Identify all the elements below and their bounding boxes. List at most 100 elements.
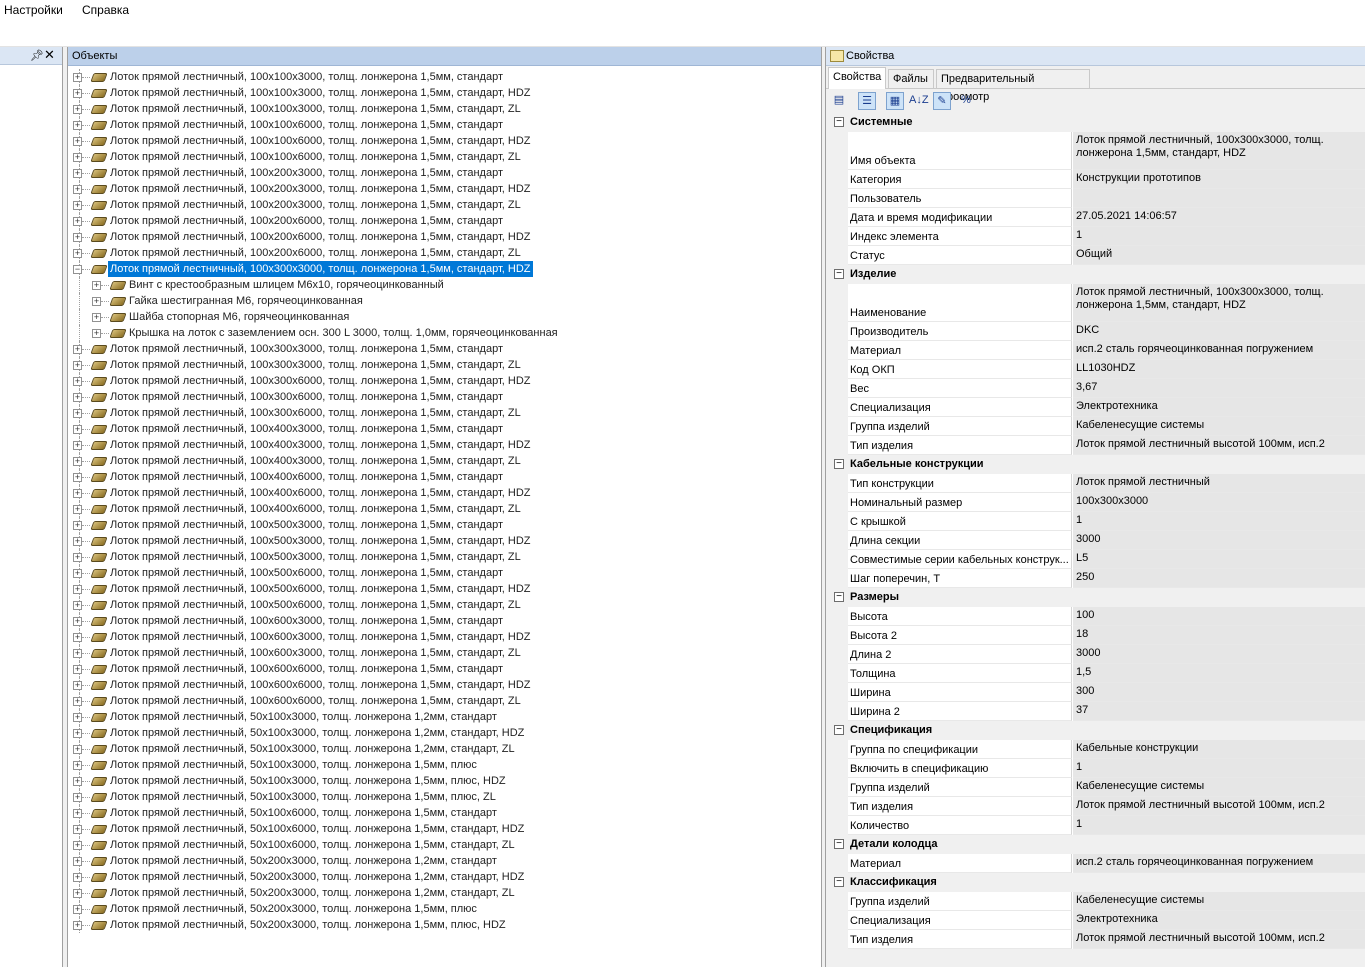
property-value[interactable]: Лоток прямой лестничный высотой 100мм, и… [1073,930,1365,949]
property-value[interactable]: 18 [1073,626,1365,645]
pin-icon[interactable]: 📌︎ [30,49,44,62]
property-row[interactable]: Имя объекта Лоток прямой лестничный, 100x… [848,132,1365,170]
property-row[interactable]: Материал исп.2 сталь горячеоцинкованная п… [848,341,1365,360]
tree-item[interactable]: + Лоток прямой лестничный, 100x500x3000, … [68,549,821,565]
property-value[interactable]: 1 [1073,512,1365,531]
expand-icon[interactable]: + [73,457,82,466]
tree-item[interactable]: + Лоток прямой лестничный, 100x400x3000, … [68,453,821,469]
expand-icon[interactable]: + [73,153,82,162]
tree-item[interactable]: + Лоток прямой лестничный, 50x100x6000, т… [68,837,821,853]
tree-item[interactable]: + Лоток прямой лестничный, 100x300x6000, … [68,405,821,421]
expand-icon[interactable]: + [73,729,82,738]
expand-icon[interactable]: + [73,249,82,258]
property-value[interactable]: Лоток прямой лестничный высотой 100мм, и… [1073,797,1365,816]
expand-icon[interactable]: + [73,441,82,450]
property-category[interactable]: − Классификация [826,873,1365,892]
expand-icon[interactable]: + [73,393,82,402]
tree-child-item[interactable]: + Крышка на лоток с заземлением осн. 300 … [68,325,821,341]
tree-item[interactable]: + Лоток прямой лестничный, 100x300x6000, … [68,373,821,389]
collapse-icon[interactable]: − [834,839,844,849]
menu-settings[interactable]: Настройки [2,3,65,17]
expand-icon[interactable]: + [73,617,82,626]
property-value[interactable]: 37 [1073,702,1365,721]
sort-az-icon[interactable]: A↓Z [909,92,929,110]
property-category[interactable]: − Кабельные конструкции [826,455,1365,474]
tree-item[interactable]: + Лоток прямой лестничный, 100x300x6000, … [68,389,821,405]
expand-icon[interactable]: + [73,137,82,146]
tree-item[interactable]: + Лоток прямой лестничный, 100x600x3000, … [68,629,821,645]
tree-item[interactable]: − Лоток прямой лестничный, 100x300x3000, … [68,261,821,277]
tree-item[interactable]: + Лоток прямой лестничный, 100x200x3000, … [68,181,821,197]
property-value[interactable]: исп.2 сталь горячеоцинкованная погружени… [1073,854,1365,873]
expand-icon[interactable]: + [73,585,82,594]
property-value[interactable]: Общий [1073,246,1365,265]
expand-icon[interactable]: + [73,105,82,114]
expand-icon[interactable]: + [73,601,82,610]
collapse-icon[interactable]: − [834,459,844,469]
property-value[interactable]: Кабельные конструкции [1073,740,1365,759]
tree-item[interactable]: + Лоток прямой лестничный, 50x100x3000, т… [68,789,821,805]
collapse-icon[interactable]: − [834,592,844,602]
property-category[interactable]: − Спецификация [826,721,1365,740]
property-row[interactable]: Группа изделий Кабеленесущие системы [848,778,1365,797]
property-row[interactable]: Группа по спецификации Кабельные конструк… [848,740,1365,759]
property-value[interactable]: DKC [1073,322,1365,341]
tree-item[interactable]: + Лоток прямой лестничный, 100x600x3000, … [68,613,821,629]
expand-icon[interactable]: + [73,825,82,834]
tree-item[interactable]: + Лоток прямой лестничный, 50x200x3000, т… [68,885,821,901]
property-value[interactable]: L5 [1073,550,1365,569]
expand-icon[interactable]: + [73,233,82,242]
tree-item[interactable]: + Лоток прямой лестничный, 100x200x3000, … [68,197,821,213]
expand-icon[interactable]: + [73,169,82,178]
expand-icon[interactable]: + [73,569,82,578]
property-category[interactable]: − Детали колодца [826,835,1365,854]
tree-item[interactable]: + Лоток прямой лестничный, 100x300x3000, … [68,357,821,373]
property-value[interactable]: исп.2 сталь горячеоцинкованная погружени… [1073,341,1365,360]
property-value[interactable]: Лоток прямой лестничный, 100x300x3000, т… [1073,132,1365,170]
tree-item[interactable]: + Лоток прямой лестничный, 100x400x3000, … [68,421,821,437]
expand-icon[interactable]: + [73,377,82,386]
tree-item[interactable]: + Лоток прямой лестничный, 100x600x6000, … [68,677,821,693]
expand-icon[interactable]: + [73,857,82,866]
property-category[interactable]: − Изделие [826,265,1365,284]
property-row[interactable]: Индекс элемента 1 [848,227,1365,246]
expand-icon[interactable]: + [73,841,82,850]
property-category[interactable]: − Размеры [826,588,1365,607]
collapse-icon[interactable]: − [834,725,844,735]
property-row[interactable]: Высота 2 18 [848,626,1365,645]
property-value[interactable]: Электротехника [1073,911,1365,930]
tree-child-item[interactable]: + Гайка шестигранная М6, горячеоцинкованн… [68,293,821,309]
expand-icon[interactable]: + [92,313,101,322]
tree-item[interactable]: + Лоток прямой лестничный, 100x400x6000, … [68,485,821,501]
property-value[interactable]: Лоток прямой лестничный [1073,474,1365,493]
property-row[interactable]: Производитель DKC [848,322,1365,341]
tree-item[interactable]: + Лоток прямой лестничный, 100x100x3000, … [68,69,821,85]
property-value[interactable]: 3,67 [1073,379,1365,398]
expand-icon[interactable]: + [73,537,82,546]
property-value[interactable]: LL1030HDZ [1073,360,1365,379]
property-row[interactable]: Ширина 300 [848,683,1365,702]
expand-icon[interactable]: + [73,121,82,130]
tree-item[interactable]: + Лоток прямой лестничный, 100x500x6000, … [68,581,821,597]
expand-icon[interactable]: + [92,297,101,306]
property-row[interactable]: Высота 100 [848,607,1365,626]
categorized-icon[interactable]: ☰ [858,92,876,110]
expand-icon[interactable]: + [73,409,82,418]
expand-icon[interactable]: + [73,905,82,914]
tree-item[interactable]: + Лоток прямой лестничный, 100x600x3000, … [68,645,821,661]
expand-icon[interactable]: + [73,73,82,82]
expand-icon[interactable]: + [73,185,82,194]
property-value[interactable]: Кабеленесущие системы [1073,892,1365,911]
tree-item[interactable]: + Лоток прямой лестничный, 100x200x6000, … [68,245,821,261]
property-pages-icon[interactable]: ▤ [830,92,848,110]
property-row[interactable]: Материал исп.2 сталь горячеоцинкованная п… [848,854,1365,873]
expand-icon[interactable]: + [73,217,82,226]
property-value[interactable]: 100 [1073,607,1365,626]
property-value[interactable]: 300 [1073,683,1365,702]
property-value[interactable]: Кабеленесущие системы [1073,778,1365,797]
collapse-icon[interactable]: − [73,265,82,274]
tree-child-item[interactable]: + Винт с крестообразным шлицем М6x10, гор… [68,277,821,293]
expand-icon[interactable]: + [73,681,82,690]
expand-icon[interactable]: + [73,921,82,930]
expand-icon[interactable]: + [73,793,82,802]
